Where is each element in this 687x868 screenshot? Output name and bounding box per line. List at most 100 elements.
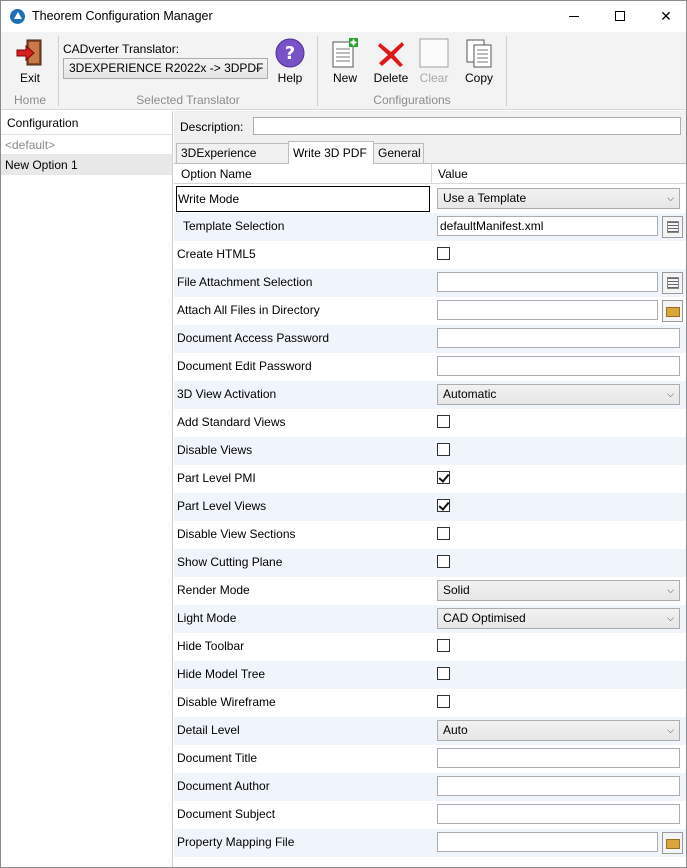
exit-icon <box>14 37 46 69</box>
option-value-cell <box>437 300 658 320</box>
grid-row[interactable]: Disable Wireframe <box>174 689 686 717</box>
configuration-item-new-option-1[interactable]: New Option 1 <box>1 155 172 175</box>
grid-row[interactable]: Part Level PMI <box>174 465 686 493</box>
option-value-cell <box>437 804 680 824</box>
list-icon <box>667 277 679 289</box>
option-value-cell <box>437 356 680 376</box>
grid-row[interactable]: Write Mode Use a Template ⌵ <box>174 185 686 213</box>
option-value-dropdown[interactable]: Automatic ⌵ <box>437 384 680 405</box>
grid-row[interactable]: Add Standard Views <box>174 409 686 437</box>
checkbox-unchecked[interactable] <box>437 667 450 680</box>
checkbox-unchecked[interactable] <box>437 443 450 456</box>
option-value-input[interactable] <box>437 272 658 292</box>
checkbox-unchecked[interactable] <box>437 415 450 428</box>
help-button[interactable]: ? Help <box>273 37 307 85</box>
grid-row[interactable]: Show Cutting Plane <box>174 549 686 577</box>
grid-row[interactable]: Detail Level Auto ⌵ <box>174 717 686 745</box>
option-value-input[interactable] <box>437 832 658 852</box>
grid-row[interactable]: Document Access Password <box>174 325 686 353</box>
option-value-cell: Auto ⌵ <box>437 720 680 741</box>
grid-row[interactable]: Hide Toolbar <box>174 633 686 661</box>
option-value-cell <box>437 552 450 568</box>
checkbox-unchecked[interactable] <box>437 695 450 708</box>
grid-row[interactable]: Document Subject <box>174 801 686 829</box>
browse-folder-button[interactable] <box>662 300 683 322</box>
option-value-cell <box>437 776 680 796</box>
option-value-input[interactable] <box>437 776 680 796</box>
clear-button[interactable]: Clear <box>417 37 451 85</box>
chevron-down-icon: ⌵ <box>667 725 674 735</box>
option-value-input[interactable] <box>437 328 680 348</box>
close-button[interactable]: ✕ <box>643 1 687 32</box>
option-value-cell <box>437 524 450 540</box>
grid-row[interactable]: File Attachment Selection <box>174 269 686 297</box>
maximize-button[interactable] <box>597 1 643 32</box>
option-value-dropdown[interactable]: Solid ⌵ <box>437 580 680 601</box>
grid-row[interactable]: Document Title <box>174 745 686 773</box>
option-value-input[interactable] <box>437 804 680 824</box>
minimize-button[interactable] <box>551 1 597 32</box>
option-value-dropdown[interactable]: Use a Template ⌵ <box>437 188 680 209</box>
option-value-input[interactable] <box>437 300 658 320</box>
new-button[interactable]: New <box>328 37 362 85</box>
option-name: Part Level PMI <box>177 471 256 485</box>
grid-row[interactable]: Document Author <box>174 773 686 801</box>
grid-row[interactable]: Template Selection defaultManifest.xml <box>174 213 686 241</box>
checkbox-unchecked[interactable] <box>437 555 450 568</box>
delete-x-icon <box>375 37 407 69</box>
grid-row[interactable]: Attach All Files in Directory <box>174 297 686 325</box>
option-value-cell <box>437 496 450 512</box>
exit-label: Exit <box>19 71 40 85</box>
grid-row[interactable]: Hide Model Tree <box>174 661 686 689</box>
option-name: Document Title <box>177 751 258 765</box>
description-label: Description: <box>180 120 244 134</box>
column-header-value: Value <box>438 167 468 181</box>
option-name: Document Subject <box>177 807 276 821</box>
configuration-item-default[interactable]: <default> <box>1 135 172 155</box>
option-value-input[interactable]: defaultManifest.xml <box>437 216 658 236</box>
grid-row[interactable]: Light Mode CAD Optimised ⌵ <box>174 605 686 633</box>
grid-row[interactable]: Disable Views <box>174 437 686 465</box>
group-label-translator: Selected Translator <box>136 93 240 107</box>
delete-label: Delete <box>373 71 409 85</box>
checkbox-unchecked[interactable] <box>437 527 450 540</box>
browse-list-button[interactable] <box>662 272 683 294</box>
checkbox-checked[interactable] <box>437 499 450 512</box>
checkbox-unchecked[interactable] <box>437 639 450 652</box>
delete-button[interactable]: Delete <box>371 37 411 85</box>
options-grid: Option Name Value Write Mode Use a Templa… <box>174 163 686 867</box>
option-value-input[interactable] <box>437 356 680 376</box>
grid-row[interactable]: Disable View Sections <box>174 521 686 549</box>
tab-3dexperience-read[interactable]: 3DExperience Read <box>176 143 289 178</box>
tab-write-3d-pdf[interactable]: Write 3D PDF <box>288 141 374 164</box>
copy-button[interactable]: Copy <box>461 37 497 85</box>
option-value-cell: Automatic ⌵ <box>437 384 680 405</box>
browse-folder-button[interactable] <box>662 832 683 854</box>
option-name: Hide Model Tree <box>177 667 266 681</box>
grid-row[interactable]: 3D View Activation Automatic ⌵ <box>174 381 686 409</box>
option-value-cell: Use a Template ⌵ <box>437 188 680 209</box>
browse-list-button[interactable] <box>662 216 683 238</box>
option-name: Document Edit Password <box>177 359 312 373</box>
option-value-input[interactable] <box>437 748 680 768</box>
option-value-cell <box>437 636 450 652</box>
option-value-dropdown[interactable]: CAD Optimised ⌵ <box>437 608 680 629</box>
exit-button[interactable]: Exit <box>10 37 50 85</box>
grid-row[interactable]: Create HTML5 <box>174 241 686 269</box>
close-icon: ✕ <box>660 8 672 24</box>
translator-selected-value: 3DEXPERIENCE R2022x -> 3DPDF <box>69 61 264 75</box>
grid-row[interactable]: Part Level Views <box>174 493 686 521</box>
translator-select[interactable]: 3DEXPERIENCE R2022x -> 3DPDF ⌵ <box>63 58 268 79</box>
checkbox-checked[interactable] <box>437 471 450 484</box>
description-input[interactable] <box>253 117 681 135</box>
tab-general[interactable]: General <box>373 143 424 163</box>
checkbox-unchecked[interactable] <box>437 247 450 260</box>
ribbon: Exit Home Selected Translator CADverter … <box>1 32 686 110</box>
group-label-home: Home <box>13 93 46 107</box>
clear-label: Clear <box>419 71 449 85</box>
option-name: Create HTML5 <box>177 247 256 261</box>
grid-row[interactable]: Property Mapping File <box>174 829 686 857</box>
grid-row[interactable]: Render Mode Solid ⌵ <box>174 577 686 605</box>
option-value-dropdown[interactable]: Auto ⌵ <box>437 720 680 741</box>
grid-row[interactable]: Document Edit Password <box>174 353 686 381</box>
